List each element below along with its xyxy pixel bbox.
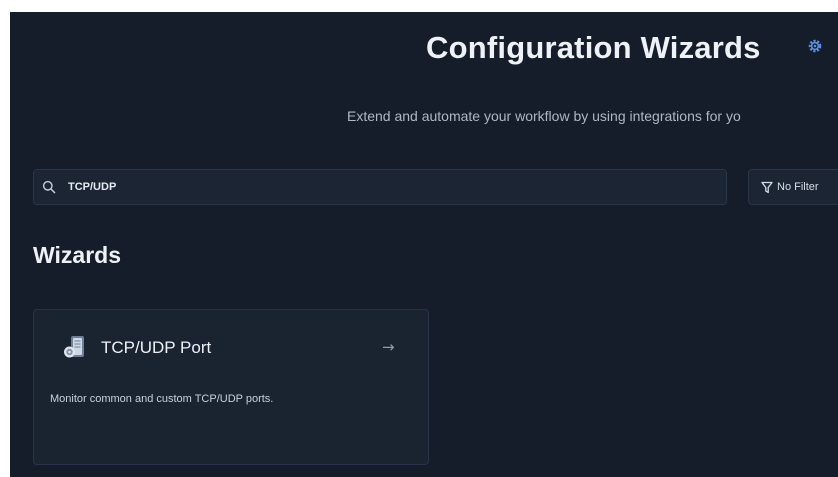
search-input[interactable] [68,170,708,204]
filter-label: No Filter [777,181,819,193]
wizard-description: Monitor common and custom TCP/UDP ports. [50,393,274,405]
wizard-title: TCP/UDP Port [101,338,212,357]
configuration-wizards-page: Configuration Wizards Extend and automat… [10,12,838,477]
page-subtitle: Extend and automate your workflow by usi… [347,108,741,124]
search-icon [42,180,56,194]
search-box[interactable] [33,169,727,205]
page-title: Configuration Wizards [426,30,761,65]
wizard-card-tcp-udp-port[interactable]: TCP/UDP Port → Monitor common and custom… [33,309,429,465]
arrow-right-icon[interactable]: → [382,338,395,356]
section-heading: Wizards [33,242,121,268]
page-header: Configuration Wizards [10,30,838,70]
server-port-icon [63,334,87,360]
filter-button[interactable]: No Filter [748,169,838,205]
gear-icon[interactable] [807,38,823,54]
filter-icon [761,181,773,194]
